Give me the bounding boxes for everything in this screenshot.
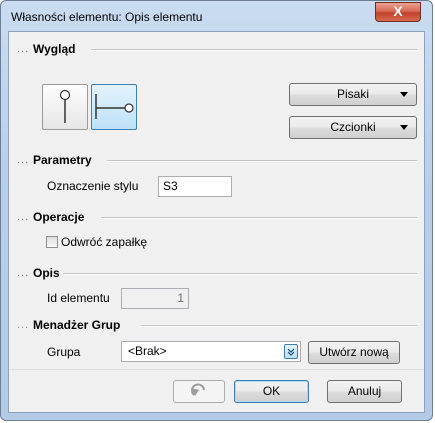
section-wyglad: ... Wygląd bbox=[17, 42, 417, 57]
czcionki-button[interactable]: Czcionki bbox=[289, 116, 417, 139]
cancel-label: Anuluj bbox=[347, 384, 382, 398]
chevron-down-icon bbox=[400, 92, 408, 97]
section-dots: ... bbox=[17, 154, 30, 166]
section-divider bbox=[141, 325, 417, 327]
section-menadzer-grup: ... Menadżer Grup bbox=[17, 318, 417, 333]
section-divider bbox=[101, 217, 417, 219]
dialog-body: ... Wygląd Pisaki Czcionki ... Parametry… bbox=[8, 31, 425, 413]
group-value: <Brak> bbox=[128, 344, 167, 358]
section-title-opis: Opis bbox=[33, 266, 60, 280]
section-divider bbox=[107, 160, 417, 162]
group-dropdown-button[interactable] bbox=[284, 344, 298, 359]
cancel-button[interactable]: Anuluj bbox=[327, 380, 402, 403]
title-bar[interactable]: Własności elementu: Opis elementu X bbox=[1, 1, 432, 31]
czcionki-label: Czcionki bbox=[330, 120, 376, 134]
section-title-parametry: Parametry bbox=[33, 153, 92, 167]
section-dots: ... bbox=[17, 267, 30, 279]
section-parametry: ... Parametry bbox=[17, 153, 417, 168]
reverse-label[interactable]: Odwróć zapałkę bbox=[61, 235, 147, 249]
section-operacje: ... Operacje bbox=[17, 210, 417, 225]
group-combo[interactable]: <Brak> bbox=[121, 341, 301, 362]
horizontal-pin-icon bbox=[95, 94, 134, 119]
section-divider bbox=[91, 49, 417, 51]
close-icon: X bbox=[393, 3, 403, 19]
chevron-down-icon bbox=[287, 348, 295, 356]
section-opis: ... Opis bbox=[17, 266, 417, 281]
pisaki-button[interactable]: Pisaki bbox=[289, 83, 417, 106]
section-title-menadzer: Menadżer Grup bbox=[33, 318, 121, 332]
chevron-down-icon bbox=[400, 125, 408, 130]
id-field: 1 bbox=[121, 288, 189, 309]
ok-label: OK bbox=[262, 384, 281, 398]
reverse-checkbox[interactable] bbox=[46, 236, 58, 248]
window-title: Własności elementu: Opis elementu bbox=[11, 10, 203, 24]
section-dots: ... bbox=[17, 211, 30, 223]
close-button[interactable]: X bbox=[375, 2, 421, 22]
style-label: Oznaczenie stylu bbox=[47, 179, 139, 193]
button-bar: OK Anuluj bbox=[9, 369, 424, 412]
section-title-operacje: Operacje bbox=[33, 210, 85, 224]
pisaki-label: Pisaki bbox=[336, 87, 369, 101]
vertical-pin-icon bbox=[59, 89, 71, 123]
create-group-button[interactable]: Utwórz nową bbox=[308, 341, 400, 364]
section-divider bbox=[63, 273, 417, 275]
group-label: Grupa bbox=[47, 345, 81, 359]
style-field[interactable]: S3 bbox=[158, 176, 232, 197]
id-label: Id elementu bbox=[47, 291, 110, 305]
id-field-value: 1 bbox=[177, 291, 184, 305]
ok-button[interactable]: OK bbox=[234, 380, 309, 403]
section-dots: ... bbox=[17, 43, 30, 55]
undo-icon bbox=[191, 383, 205, 396]
style-option-horizontal[interactable] bbox=[91, 84, 137, 130]
style-field-value: S3 bbox=[163, 179, 178, 193]
dialog-window: Własności elementu: Opis elementu X ... … bbox=[0, 0, 433, 421]
undo-button[interactable] bbox=[173, 380, 225, 403]
style-option-vertical[interactable] bbox=[42, 84, 88, 130]
create-group-label: Utwórz nową bbox=[319, 345, 389, 359]
section-title-wyglad: Wygląd bbox=[33, 42, 76, 56]
section-dots: ... bbox=[17, 319, 30, 331]
